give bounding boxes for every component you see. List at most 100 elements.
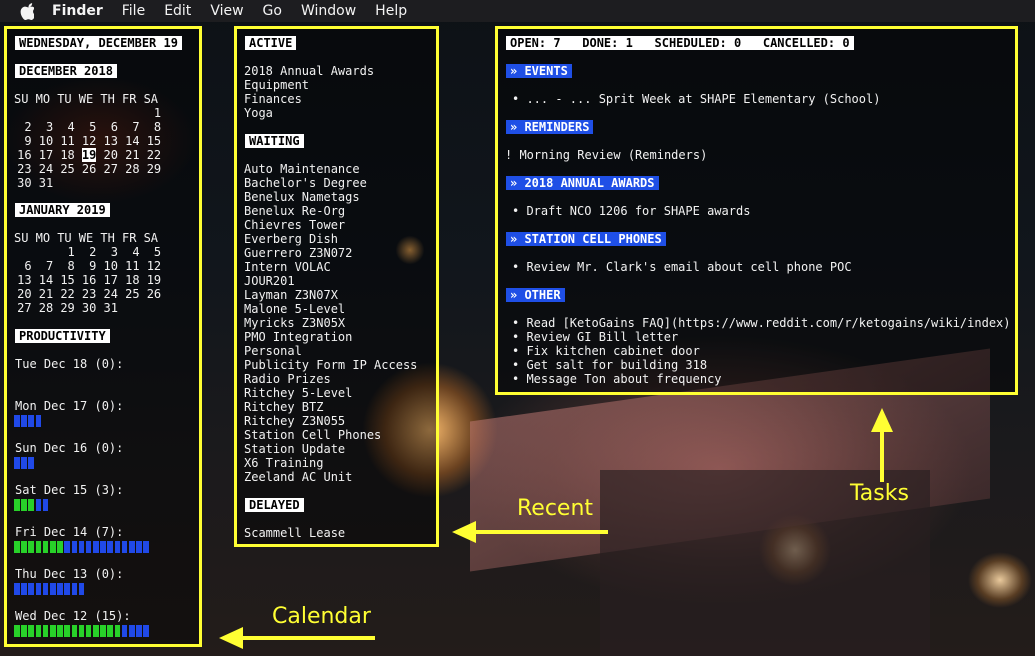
calendar-day[interactable]: 14 [122, 134, 144, 148]
calendar-day[interactable]: 29 [144, 162, 166, 176]
calendar-day[interactable]: 28 [122, 162, 144, 176]
menu-file[interactable]: File [122, 3, 145, 19]
calendar-day[interactable]: 12 [144, 259, 166, 273]
recent-project-item[interactable]: Finances [244, 92, 302, 106]
calendar-day[interactable]: 26 [144, 287, 166, 301]
calendar-day[interactable]: 13 [100, 134, 122, 148]
task-item[interactable]: • Fix kitchen cabinet door [512, 344, 700, 358]
calendar-day[interactable]: 1 [144, 106, 166, 120]
calendar-day[interactable]: 1 [57, 245, 79, 259]
calendar-day[interactable]: 23 [14, 162, 36, 176]
calendar-day[interactable]: 5 [144, 245, 166, 259]
recent-project-item[interactable]: Myricks Z3N05X [244, 316, 345, 330]
calendar-day[interactable]: 6 [100, 120, 122, 134]
calendar-today[interactable]: 19 [81, 148, 97, 162]
recent-project-item[interactable]: Yoga [244, 106, 273, 120]
task-item[interactable]: • Review GI Bill letter [512, 330, 678, 344]
calendar-day[interactable]: 31 [100, 301, 122, 315]
calendar-day[interactable]: 23 [79, 287, 101, 301]
recent-project-item[interactable]: Station Update [244, 442, 345, 456]
calendar-day[interactable]: 27 [100, 162, 122, 176]
recent-project-item[interactable]: Equipment [244, 78, 309, 92]
recent-project-item[interactable]: Malone 5-Level [244, 302, 345, 316]
calendar-day[interactable]: 15 [57, 273, 79, 287]
calendar-day[interactable]: 3 [100, 245, 122, 259]
menu-window[interactable]: Window [301, 3, 356, 19]
calendar-day[interactable]: 12 [79, 134, 101, 148]
calendar-day[interactable]: 14 [36, 273, 58, 287]
calendar-day[interactable]: 17 [100, 273, 122, 287]
calendar-day[interactable]: 28 [36, 301, 58, 315]
calendar-day[interactable]: 18 [122, 273, 144, 287]
calendar-day[interactable]: 3 [36, 120, 58, 134]
recent-project-item[interactable]: Personal [244, 344, 302, 358]
recent-project-item[interactable]: Radio Prizes [244, 372, 331, 386]
calendar-day[interactable]: 7 [122, 120, 144, 134]
recent-project-item[interactable]: X6 Training [244, 456, 323, 470]
calendar-day[interactable]: 31 [36, 176, 58, 190]
calendar-day[interactable]: 16 [14, 148, 36, 162]
recent-project-item[interactable]: Publicity Form IP Access [244, 358, 417, 372]
calendar-day[interactable]: 10 [36, 134, 58, 148]
task-item[interactable]: • Message Ton about frequency [512, 372, 722, 386]
task-item[interactable]: • Read [KetoGains FAQ](https://www.reddi… [512, 316, 1011, 330]
recent-project-item[interactable]: Guerrero Z3N072 [244, 246, 352, 260]
calendar-day[interactable]: 22 [144, 148, 166, 162]
calendar-day[interactable]: 18 [57, 148, 79, 162]
calendar-day[interactable]: 24 [36, 162, 58, 176]
calendar-day[interactable]: 22 [57, 287, 79, 301]
calendar-day[interactable]: 17 [36, 148, 58, 162]
calendar-day[interactable]: 29 [57, 301, 79, 315]
calendar-day[interactable]: 24 [100, 287, 122, 301]
task-item[interactable]: • Get salt for building 318 [512, 358, 707, 372]
calendar-day[interactable]: 21 [36, 287, 58, 301]
recent-project-item[interactable]: Bachelor's Degree [244, 176, 367, 190]
task-item[interactable]: ! Morning Review (Reminders) [505, 148, 707, 162]
task-item[interactable]: • Review Mr. Clark's email about cell ph… [512, 260, 852, 274]
calendar-day[interactable]: 19 [79, 148, 101, 162]
menu-help[interactable]: Help [375, 3, 407, 19]
recent-project-item[interactable]: Zeeland AC Unit [244, 470, 352, 484]
recent-project-item[interactable]: JOUR201 [244, 274, 295, 288]
calendar-day[interactable]: 20 [100, 148, 122, 162]
calendar-day[interactable]: 25 [122, 287, 144, 301]
menu-edit[interactable]: Edit [164, 3, 191, 19]
calendar-day[interactable]: 2 [14, 120, 36, 134]
recent-project-item[interactable]: Chievres Tower [244, 218, 345, 232]
calendar-day[interactable]: 8 [144, 120, 166, 134]
calendar-day[interactable]: 4 [57, 120, 79, 134]
calendar-day[interactable]: 8 [57, 259, 79, 273]
recent-project-item[interactable]: Scammell Lease [244, 526, 345, 540]
calendar-day[interactable]: 25 [57, 162, 79, 176]
menu-view[interactable]: View [210, 3, 243, 19]
calendar-day[interactable]: 21 [122, 148, 144, 162]
calendar-day[interactable]: 11 [122, 259, 144, 273]
calendar-day[interactable]: 10 [100, 259, 122, 273]
calendar-day[interactable]: 27 [14, 301, 36, 315]
recent-project-item[interactable]: Intern VOLAC [244, 260, 331, 274]
recent-project-item[interactable]: Everberg Dish [244, 232, 338, 246]
recent-project-item[interactable]: Auto Maintenance [244, 162, 360, 176]
calendar-day[interactable]: 16 [79, 273, 101, 287]
calendar-day[interactable]: 30 [14, 176, 36, 190]
calendar-day[interactable]: 19 [144, 273, 166, 287]
calendar-day[interactable]: 5 [79, 120, 101, 134]
menu-go[interactable]: Go [263, 3, 282, 19]
task-item[interactable]: • ... - ... Sprit Week at SHAPE Elementa… [512, 92, 880, 106]
calendar-day[interactable]: 9 [79, 259, 101, 273]
recent-project-item[interactable]: Station Cell Phones [244, 428, 381, 442]
calendar-day[interactable]: 2 [79, 245, 101, 259]
apple-icon[interactable] [19, 2, 34, 20]
menu-finder[interactable]: Finder [52, 3, 103, 19]
calendar-day[interactable]: 13 [14, 273, 36, 287]
calendar-day[interactable]: 30 [79, 301, 101, 315]
recent-project-item[interactable]: Ritchey 5-Level [244, 386, 352, 400]
calendar-day[interactable]: 9 [14, 134, 36, 148]
recent-project-item[interactable]: Ritchey BTZ [244, 400, 323, 414]
calendar-day[interactable]: 6 [14, 259, 36, 273]
recent-project-item[interactable]: Layman Z3N07X [244, 288, 338, 302]
calendar-day[interactable]: 7 [36, 259, 58, 273]
recent-project-item[interactable]: Ritchey Z3N055 [244, 414, 345, 428]
calendar-day[interactable]: 4 [122, 245, 144, 259]
calendar-day[interactable]: 11 [57, 134, 79, 148]
